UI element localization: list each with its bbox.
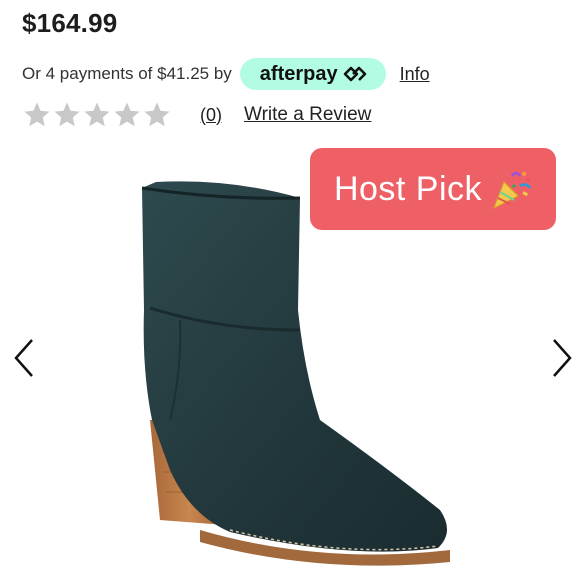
party-popper-icon bbox=[493, 171, 532, 210]
rating-row: (0) Write a Review bbox=[22, 100, 371, 130]
star-icon bbox=[24, 102, 50, 127]
review-count-link[interactable]: (0) bbox=[200, 105, 222, 126]
product-image bbox=[141, 181, 450, 566]
star-rating bbox=[22, 100, 172, 130]
installment-text: Or 4 payments of $41.25 by bbox=[22, 64, 232, 83]
afterpay-row: Or 4 payments of $41.25 by afterpay Info bbox=[22, 58, 430, 90]
star-icon bbox=[54, 102, 80, 127]
write-review-link[interactable]: Write a Review bbox=[244, 104, 371, 126]
afterpay-logo-text: afterpay bbox=[259, 62, 338, 85]
afterpay-info-link[interactable]: Info bbox=[400, 64, 430, 85]
afterpay-arrows-icon bbox=[343, 66, 366, 82]
chevron-left-icon[interactable] bbox=[8, 334, 38, 382]
product-price: $164.99 bbox=[22, 8, 118, 38]
chevron-right-icon[interactable] bbox=[548, 334, 578, 382]
star-icon bbox=[84, 102, 110, 127]
star-icon bbox=[144, 102, 170, 127]
star-icon bbox=[114, 102, 140, 127]
afterpay-badge: afterpay bbox=[239, 58, 386, 90]
